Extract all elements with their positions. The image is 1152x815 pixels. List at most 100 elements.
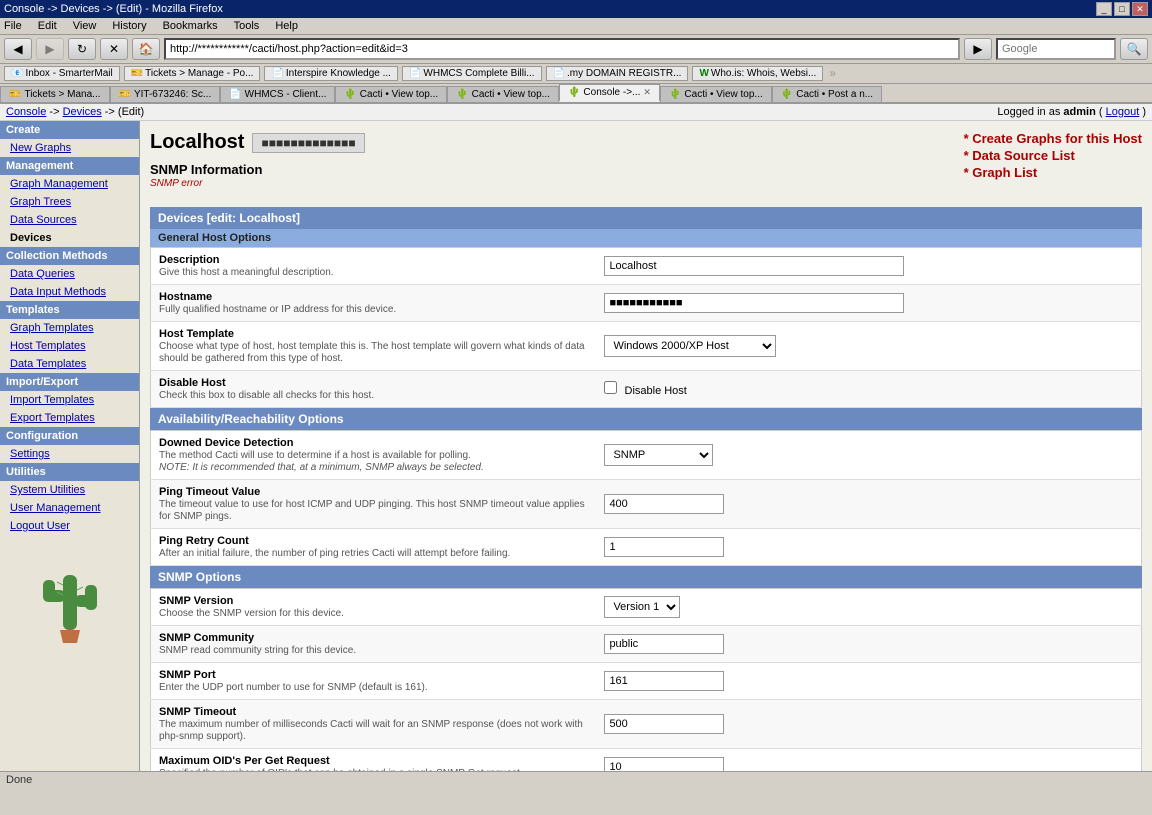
home-button[interactable]: 🏠 [132,38,160,60]
disable-host-label: Disable Host [159,377,588,389]
tab-cacti-view1[interactable]: 🌵 Cacti • View top... [335,86,447,102]
menu-help[interactable]: Help [275,20,298,32]
snmp-port-desc: Enter the UDP port number to use for SNM… [159,682,428,693]
action-graph-list[interactable]: Graph List [964,165,1142,180]
address-bar[interactable] [164,38,960,60]
hostname-input[interactable] [604,293,904,313]
sidebar-header-templates[interactable]: Templates [0,301,139,319]
bookmarks-bar: 📧 Inbox - SmarterMail 🎫 Tickets > Manage… [0,64,1152,84]
max-oids-input[interactable] [604,757,724,771]
tab-icon: 🌵 [669,89,681,100]
action-data-source-list[interactable]: Data Source List [964,148,1142,163]
close-button[interactable]: ✕ [1132,2,1148,16]
sidebar-header-configuration[interactable]: Configuration [0,427,139,445]
menu-tools[interactable]: Tools [234,20,260,32]
table-row: Description Give this host a meaningful … [151,248,1142,285]
menu-view[interactable]: View [73,20,97,32]
search-go-button[interactable]: 🔍 [1120,38,1148,60]
tab-cacti-view3[interactable]: 🌵 Cacti • View top... [660,86,772,102]
browser-window: Console -> Devices -> (Edit) - Mozilla F… [0,0,1152,791]
bookmark-inbox[interactable]: 📧 Inbox - SmarterMail [4,66,120,81]
sidebar-item-settings[interactable]: Settings [0,445,139,463]
sidebar-header-management[interactable]: Management [0,157,139,175]
menu-bookmarks[interactable]: Bookmarks [163,20,218,32]
sidebar-item-logout-user[interactable]: Logout User [0,517,139,535]
breadcrumb-console[interactable]: Console [6,106,46,118]
devices-edit-header: Devices [edit: Localhost] [150,207,1142,229]
table-row: Downed Device Detection The method Cacti… [151,431,1142,480]
tab-yit[interactable]: 🎫 YIT-673246: Sc... [110,86,221,102]
bookmark-interspire[interactable]: 📄 Interspire Knowledge ... [264,66,398,81]
bookmark-domain-label: .my DOMAIN REGISTR... [567,68,681,79]
menu-file[interactable]: File [4,20,22,32]
sidebar-header-collection[interactable]: Collection Methods [0,247,139,265]
back-button[interactable]: ◀ [4,38,32,60]
menu-history[interactable]: History [112,20,146,32]
bookmark-whmcs-icon: 📄 [409,68,421,79]
maximize-button[interactable]: □ [1114,2,1130,16]
sidebar-header-utilities[interactable]: Utilities [0,463,139,481]
sidebar-header-create[interactable]: Create [0,121,139,139]
tab-cacti-view2[interactable]: 🌵 Cacti • View top... [447,86,559,102]
action-create-graphs[interactable]: Create Graphs for this Host [964,131,1142,146]
titlebar-buttons: _ □ ✕ [1096,2,1148,16]
menu-edit[interactable]: Edit [38,20,57,32]
snmp-port-input[interactable] [604,671,724,691]
max-oids-label-cell: Maximum OID's Per Get Request Specified … [151,749,597,772]
tab-console-active[interactable]: 🌵 Console ->... ✕ [559,84,660,102]
sidebar-item-import-templates[interactable]: Import Templates [0,391,139,409]
bookmark-whmcs-label: WHMCS Complete Billi... [423,68,534,79]
minimize-button[interactable]: _ [1096,2,1112,16]
status-text: Done [6,774,32,786]
bookmarks-more[interactable]: » [829,66,836,81]
sidebar-item-data-sources[interactable]: Data Sources [0,211,139,229]
bookmark-domain[interactable]: 📄 .my DOMAIN REGISTR... [546,66,689,81]
max-oids-label: Maximum OID's Per Get Request [159,755,588,767]
tab-close-button[interactable]: ✕ [643,87,651,98]
bookmark-tickets[interactable]: 🎫 Tickets > Manage - Po... [124,66,261,81]
availability-header: Availability/Reachability Options [150,408,1142,430]
search-box[interactable] [996,38,1116,60]
sidebar-item-data-input-methods[interactable]: Data Input Methods [0,283,139,301]
forward-button[interactable]: ▶ [36,38,64,60]
sidebar-item-graph-management[interactable]: Graph Management [0,175,139,193]
sidebar-item-data-templates[interactable]: Data Templates [0,355,139,373]
sidebar-item-host-templates[interactable]: Host Templates [0,337,139,355]
snmp-community-input[interactable] [604,634,724,654]
description-input[interactable] [604,256,904,276]
sidebar-item-new-graphs[interactable]: New Graphs [0,139,139,157]
sidebar-item-graph-templates[interactable]: Graph Templates [0,319,139,337]
host-template-select[interactable]: Windows 2000/XP Host Linux Host Generic … [604,335,776,357]
snmp-timeout-input[interactable] [604,714,724,734]
sidebar-header-import-export[interactable]: Import/Export [0,373,139,391]
tab-cacti-post[interactable]: 🌵 Cacti • Post a n... [772,86,882,102]
sidebar-item-user-management[interactable]: User Management [0,499,139,517]
downed-input-cell: SNMP Ping Ping and SNMP None [596,431,1141,480]
sidebar-item-system-utilities[interactable]: System Utilities [0,481,139,499]
bookmark-whmcs[interactable]: 📄 WHMCS Complete Billi... [402,66,542,81]
snmp-timeout-label-cell: SNMP Timeout The maximum number of milli… [151,700,597,749]
ping-retry-input[interactable] [604,537,724,557]
go-button[interactable]: ▶ [964,38,992,60]
disable-host-checkbox[interactable] [604,381,617,394]
sidebar-item-devices[interactable]: Devices [0,229,139,247]
sidebar-item-graph-trees[interactable]: Graph Trees [0,193,139,211]
downed-detection-select[interactable]: SNMP Ping Ping and SNMP None [604,444,713,466]
reload-button[interactable]: ↻ [68,38,96,60]
bookmark-tickets-label: Tickets > Manage - Po... [145,68,253,79]
logout-link[interactable]: Logout [1106,106,1140,118]
bookmark-whois-label: Who.is: Whois, Websi... [711,68,816,79]
ping-timeout-input[interactable] [604,494,724,514]
breadcrumb-devices[interactable]: Devices [63,106,102,118]
sidebar-item-data-queries[interactable]: Data Queries [0,265,139,283]
snmp-version-select[interactable]: Version 1 Version 2 Version 3 [604,596,680,618]
tab-tickets-manage[interactable]: 🎫 Tickets > Mana... [0,86,110,102]
tab-whmcs-client[interactable]: 📄 WHMCS - Client... [220,86,335,102]
login-info: Logged in as admin ( Logout ) [997,106,1146,118]
bookmark-whois[interactable]: W Who.is: Whois, Websi... [692,66,823,81]
snmp-community-input-cell [596,626,1141,663]
tab-icon: 🌵 [568,87,580,98]
stop-button[interactable]: ✕ [100,38,128,60]
sidebar-item-export-templates[interactable]: Export Templates [0,409,139,427]
bookmark-domain-icon: 📄 [553,68,565,79]
